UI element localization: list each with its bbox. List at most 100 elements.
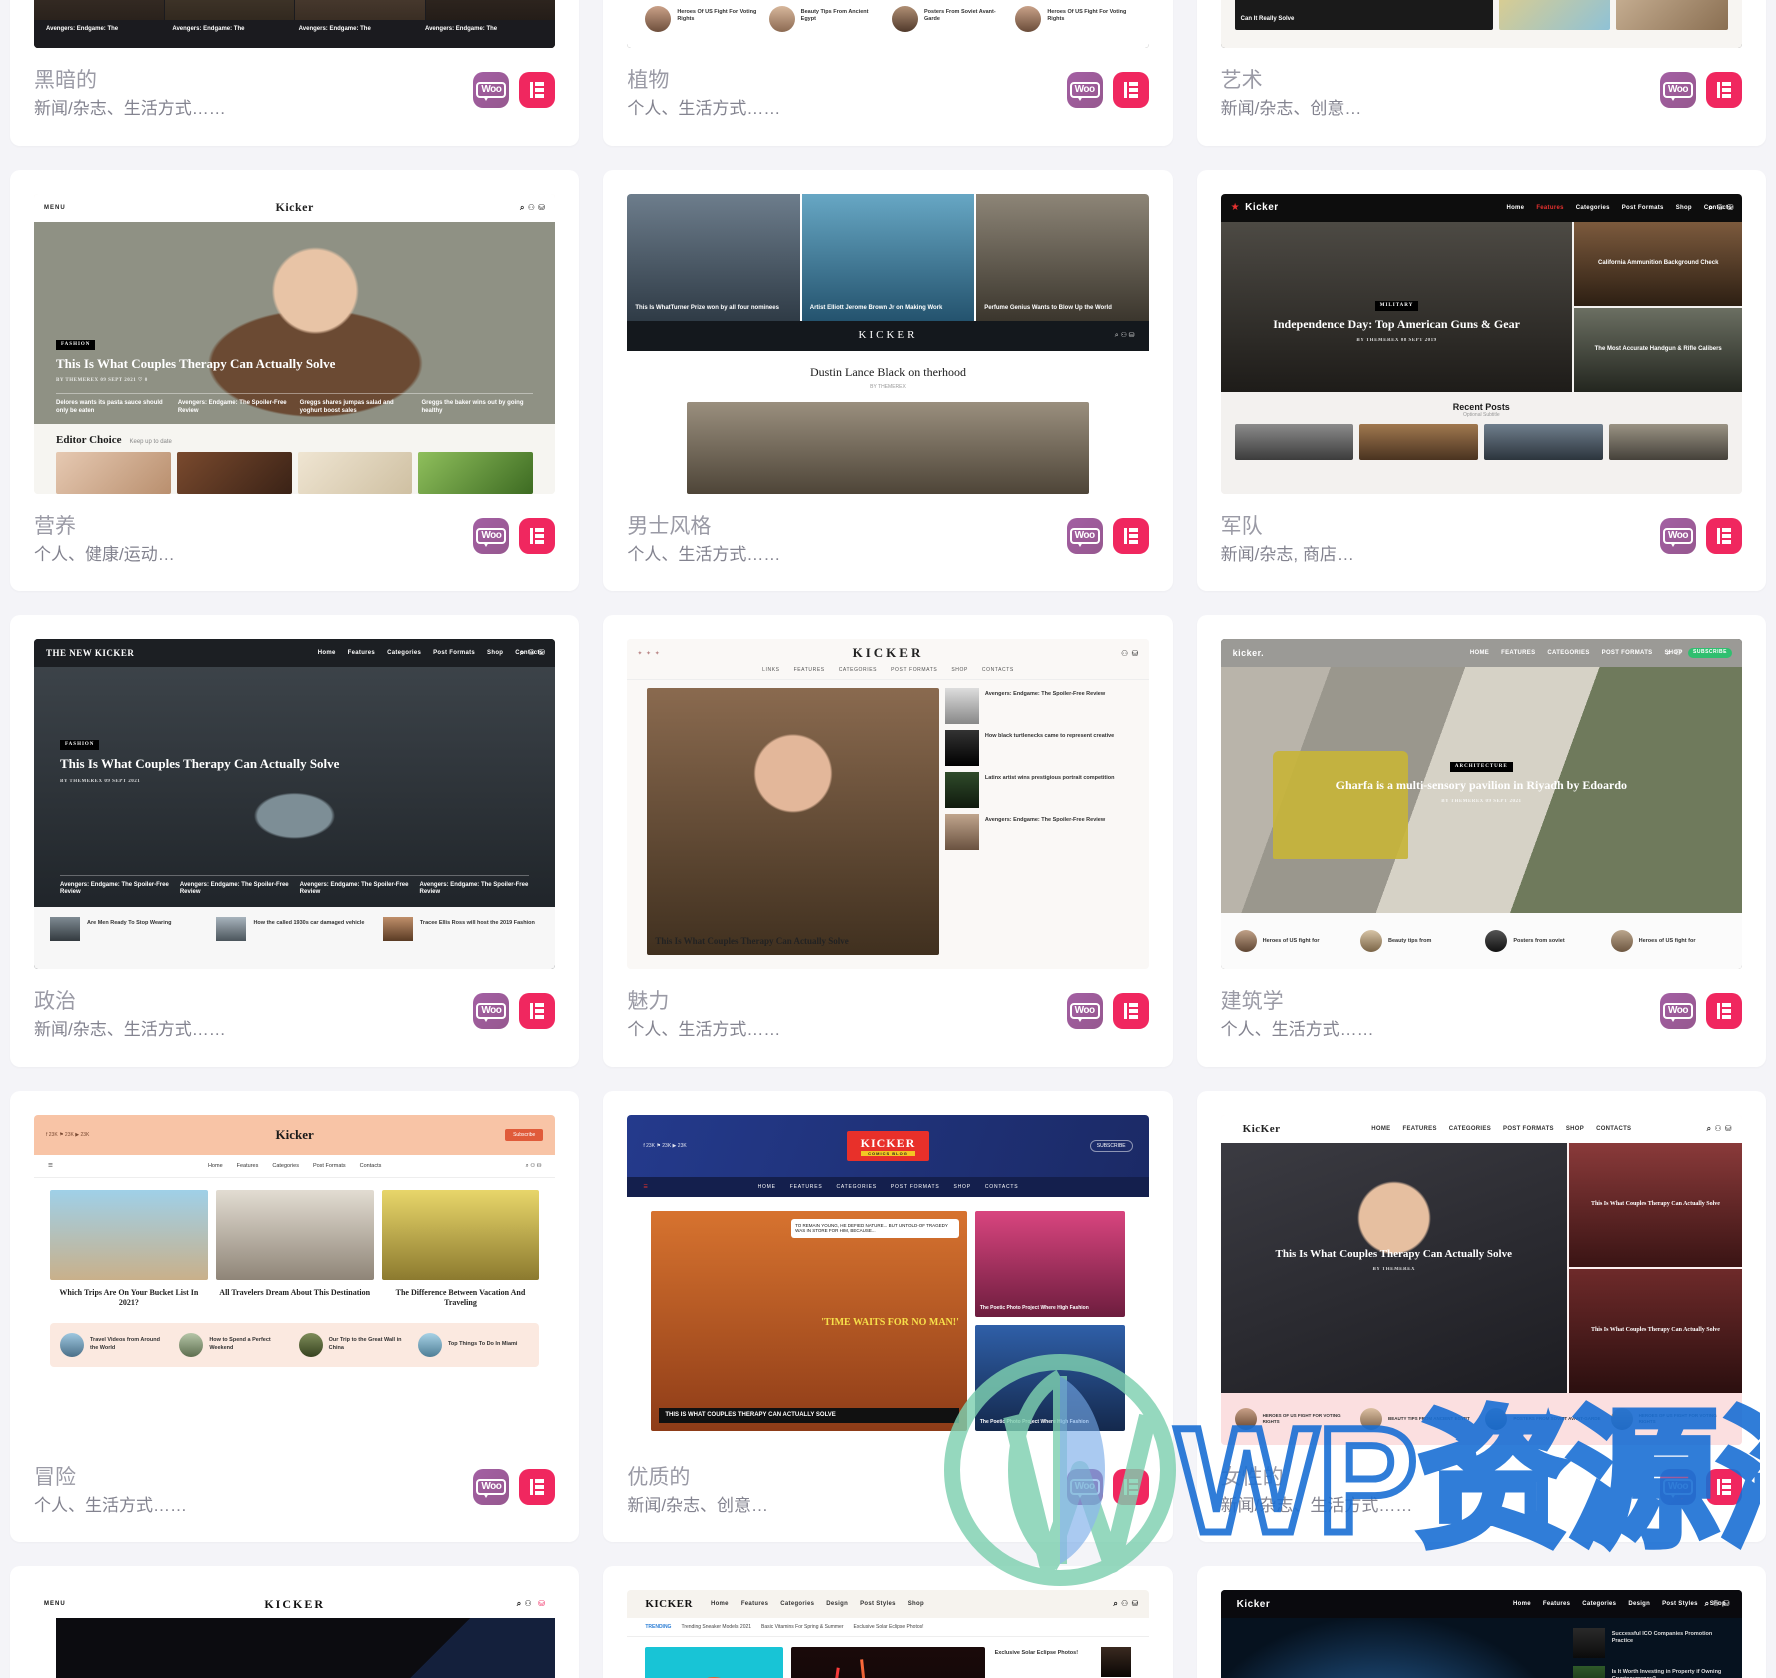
theme-card[interactable]: KICKER Home Features Categories Design P…	[603, 1566, 1173, 1678]
preview-nav-link[interactable]: HOME	[1371, 1126, 1390, 1132]
preview-side-title: Avengers: Endgame: The Spoiler-Free Revi…	[984, 691, 1106, 698]
preview-trending-item[interactable]: Exclusive Solar Eclipse Photos!	[853, 1624, 923, 1630]
theme-card[interactable]: MENU Kicker ⌕ ⚇ ⛁ FASHION This Is What C…	[10, 169, 580, 592]
preview-nav-link[interactable]: LINKS	[762, 667, 779, 673]
preview-nav-link[interactable]: HOME	[1470, 650, 1489, 656]
preview-nav-link[interactable]: SHOP	[951, 667, 968, 673]
preview-nav-link[interactable]: SHOP	[1566, 1126, 1584, 1132]
preview-brand: Kicker	[1245, 202, 1279, 214]
preview-nav-link[interactable]: Post Formats	[1622, 205, 1664, 211]
preview-nav-link[interactable]: POST FORMATS	[1602, 650, 1653, 656]
theme-preview-thumbnail[interactable]: Can It Really Solve	[1220, 0, 1742, 48]
preview-nav-link[interactable]: HOME	[758, 1184, 776, 1190]
preview-nav-link[interactable]: Home	[208, 1163, 223, 1169]
theme-card-meta: 军队 新闻/杂志, 商店… Woo	[1197, 494, 1766, 592]
preview-nav-link[interactable]: Categories	[1582, 1601, 1616, 1607]
theme-card[interactable]: KICKER COMICS BLOG f 23K ⚑ 23K ▶ 23K SUB…	[603, 1090, 1173, 1543]
preview-nav-link[interactable]: Post Formats	[313, 1163, 346, 1169]
theme-card[interactable]: Can It Really Solve 艺术 新闻/杂志、创意… Woo	[1196, 0, 1766, 146]
theme-card[interactable]: ★ Kicker Home Features Categories Post F…	[1196, 169, 1766, 592]
theme-card[interactable]: Avengers: Endgame: The Avengers: Endgame…	[10, 0, 580, 146]
theme-card[interactable]: THE NEW KICKER Home Features Categories …	[10, 615, 580, 1067]
theme-card[interactable]: KicKer HOME FEATURES CATEGORIES POST FOR…	[1196, 1090, 1766, 1543]
preview-side-title: Latinx artist wins prestigious portrait …	[984, 775, 1115, 782]
preview-nav-link[interactable]: FEATURES	[1402, 1126, 1436, 1132]
theme-card[interactable]: Heroes Of US Fight For Voting Rights Bea…	[603, 0, 1173, 146]
preview-nav-link[interactable]: Features	[237, 1163, 259, 1169]
theme-preview-thumbnail[interactable]: ✦ ✦ ✦ KICKER ⚇ ⛁ LINKS FEATURES CATEGORI…	[627, 639, 1149, 970]
preview-nav-link[interactable]: Features	[348, 650, 375, 656]
preview-side-title: Avengers: Endgame: The Spoiler-Free Revi…	[984, 817, 1106, 824]
theme-preview-thumbnail[interactable]: This Is WhatTurner Prize won by all four…	[627, 193, 1149, 494]
theme-categories: 个人、生活方式……	[34, 1495, 187, 1515]
elementor-icon	[519, 993, 556, 1030]
elementor-icon	[1705, 517, 1742, 554]
preview-nav-link[interactable]: Home	[711, 1601, 729, 1607]
preview-nav-link[interactable]: CONTACTS	[982, 667, 1014, 673]
preview-nav-link[interactable]: FEATURES	[790, 1184, 823, 1190]
preview-nav-link[interactable]: Design	[826, 1601, 848, 1607]
theme-preview-thumbnail[interactable]: Heroes Of US Fight For Voting Rights Bea…	[627, 0, 1149, 48]
preview-nav-link[interactable]: Design	[1628, 1601, 1650, 1607]
theme-preview-thumbnail[interactable]: Kicker Home Features Categories Design P…	[1220, 1590, 1742, 1678]
theme-preview-thumbnail[interactable]: THE NEW KICKER Home Features Categories …	[34, 639, 556, 970]
preview-nav-link[interactable]: Shop	[487, 650, 503, 656]
preview-subscribe-button[interactable]: Subscribe	[505, 1128, 544, 1141]
woocommerce-icon: Woo	[473, 1468, 510, 1505]
preview-trending-item[interactable]: Trending Sneaker Models 2021	[681, 1624, 751, 1630]
preview-nav-link[interactable]: POST FORMATS	[1503, 1126, 1554, 1132]
theme-preview-thumbnail[interactable]: kicker. HOME FEATURES CATEGORIES POST FO…	[1220, 639, 1742, 970]
preview-nav-link[interactable]: CONTACTS	[985, 1184, 1019, 1190]
theme-categories: 新闻/杂志、生活方式……	[1220, 1495, 1413, 1515]
theme-preview-thumbnail[interactable]: MENU Kicker ⌕ ⚇ ⛁ FASHION This Is What C…	[34, 193, 556, 494]
theme-preview-thumbnail[interactable]: KICKER Home Features Categories Design P…	[627, 1590, 1149, 1678]
theme-card[interactable]: ✦ ✦ ✦ KICKER ⚇ ⛁ LINKS FEATURES CATEGORI…	[603, 615, 1173, 1067]
theme-preview-thumbnail[interactable]: Avengers: Endgame: The Avengers: Endgame…	[34, 0, 556, 48]
theme-card[interactable]: MENU KICKER ⌕ ⚇ ⛁ FORMATS The Most Expec…	[10, 1566, 580, 1678]
preview-nav-link[interactable]: FEATURES	[1501, 650, 1535, 656]
preview-nav-link[interactable]: Categories	[387, 650, 421, 656]
theme-card[interactable]: This Is WhatTurner Prize won by all four…	[603, 169, 1173, 592]
preview-nav-link[interactable]: CATEGORIES	[1547, 650, 1589, 656]
preview-nav-link[interactable]: Post Styles	[860, 1601, 896, 1607]
preview-nav-link[interactable]: Features	[1543, 1601, 1570, 1607]
theme-preview-thumbnail[interactable]: Kicker f 23K ⚑ 23K ▶ 23K Subscribe ☰ Hom…	[34, 1114, 556, 1445]
preview-menu-button: MENU	[44, 1601, 66, 1608]
preview-nav-link[interactable]: Features	[741, 1601, 768, 1607]
preview-nav-link[interactable]: Shop	[908, 1601, 924, 1607]
theme-preview-thumbnail[interactable]: KICKER COMICS BLOG f 23K ⚑ 23K ▶ 23K SUB…	[627, 1114, 1149, 1445]
preview-nav-link[interactable]: SHOP	[954, 1184, 971, 1190]
preview-nav-link[interactable]: CONTACTS	[1596, 1126, 1631, 1132]
preview-nav-link[interactable]: Shop	[1676, 205, 1692, 211]
preview-nav-link[interactable]: FEATURES	[794, 667, 825, 673]
preview-nav-link[interactable]: Categories	[780, 1601, 814, 1607]
preview-byline: BY THEMEREX 09 SEPT 2021	[1441, 798, 1522, 804]
preview-nav-link[interactable]: CATEGORIES	[836, 1184, 876, 1190]
preview-card-title: Which Trips Are On Your Bucket List In 2…	[59, 1287, 199, 1308]
theme-title: 艺术	[1220, 69, 1263, 92]
theme-card[interactable]: Kicker Home Features Categories Design P…	[1196, 1566, 1766, 1678]
preview-nav-link[interactable]: Categories	[272, 1163, 299, 1169]
preview-strip-title: Avengers: Endgame: The	[172, 26, 245, 33]
preview-nav-link[interactable]: Post Styles	[1662, 1601, 1698, 1607]
theme-categories: 新闻/杂志、生活方式……	[34, 99, 226, 119]
theme-badges: Woo	[1066, 68, 1149, 108]
preview-nav-link[interactable]: POST FORMATS	[891, 667, 937, 673]
preview-nav-link[interactable]: Home	[1506, 205, 1524, 211]
preview-nav-link[interactable]: Home	[1513, 1601, 1531, 1607]
theme-preview-thumbnail[interactable]: MENU KICKER ⌕ ⚇ ⛁ FORMATS The Most Expec…	[34, 1590, 556, 1678]
theme-preview-thumbnail[interactable]: KicKer HOME FEATURES CATEGORIES POST FOR…	[1220, 1114, 1742, 1445]
preview-nav-link[interactable]: Home	[318, 650, 336, 656]
preview-nav-link[interactable]: POST FORMATS	[891, 1184, 940, 1190]
preview-nav-link[interactable]: Features	[1536, 205, 1563, 211]
preview-nav-link[interactable]: CATEGORIES	[839, 667, 877, 673]
theme-preview-thumbnail[interactable]: ★ Kicker Home Features Categories Post F…	[1220, 193, 1742, 494]
preview-nav-link[interactable]: Categories	[1576, 205, 1610, 211]
preview-trending-item[interactable]: Basic Vitamins For Spring & Summer	[761, 1624, 843, 1630]
theme-card[interactable]: Kicker f 23K ⚑ 23K ▶ 23K Subscribe ☰ Hom…	[10, 1090, 580, 1543]
preview-nav-link[interactable]: Post Formats	[433, 650, 475, 656]
preview-strip-title: Avengers: Endgame: The Spoiler-Free Revi…	[419, 881, 529, 896]
theme-card[interactable]: kicker. HOME FEATURES CATEGORIES POST FO…	[1196, 615, 1766, 1067]
preview-nav-link[interactable]: Contacts	[360, 1163, 382, 1169]
preview-nav-link[interactable]: CATEGORIES	[1449, 1126, 1491, 1132]
